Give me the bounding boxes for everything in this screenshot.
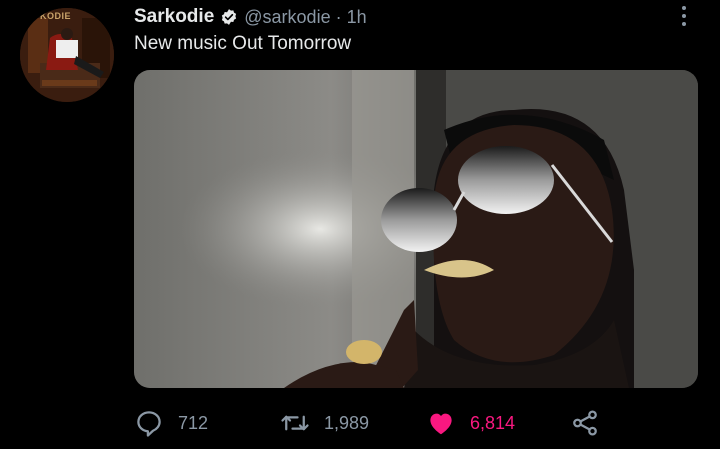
tweet-media[interactable]: [134, 70, 698, 388]
reply-icon[interactable]: [134, 408, 164, 438]
tweet-actions: 712 1,989 6,814: [134, 405, 614, 441]
tweet-header: Sarkodie @sarkodie · 1h: [134, 5, 367, 29]
tweet-time[interactable]: 1h: [347, 7, 367, 28]
tweet-photo: [134, 70, 698, 388]
like-count: 6,814: [470, 412, 516, 433]
avatar-logo-text: KODIE: [40, 11, 72, 21]
share-action[interactable]: [570, 405, 600, 441]
separator-dot: ·: [335, 6, 342, 27]
more-icon[interactable]: [676, 4, 692, 28]
retweet-count: 1,989: [324, 412, 370, 433]
retweet-action[interactable]: 1,989: [280, 405, 369, 441]
author-name[interactable]: Sarkodie: [134, 6, 214, 28]
avatar-image: [20, 8, 114, 102]
heart-icon[interactable]: [426, 408, 456, 438]
avatar[interactable]: KODIE: [20, 8, 114, 102]
author-handle[interactable]: @sarkodie: [244, 7, 330, 28]
retweet-icon[interactable]: [280, 408, 310, 438]
verified-badge-icon: [220, 8, 238, 26]
share-icon[interactable]: [570, 408, 600, 438]
reply-action[interactable]: 712: [134, 405, 208, 441]
reply-count: 712: [178, 412, 209, 433]
like-action[interactable]: 6,814: [426, 405, 515, 441]
tweet-text: New music Out Tomorrow: [134, 33, 352, 54]
